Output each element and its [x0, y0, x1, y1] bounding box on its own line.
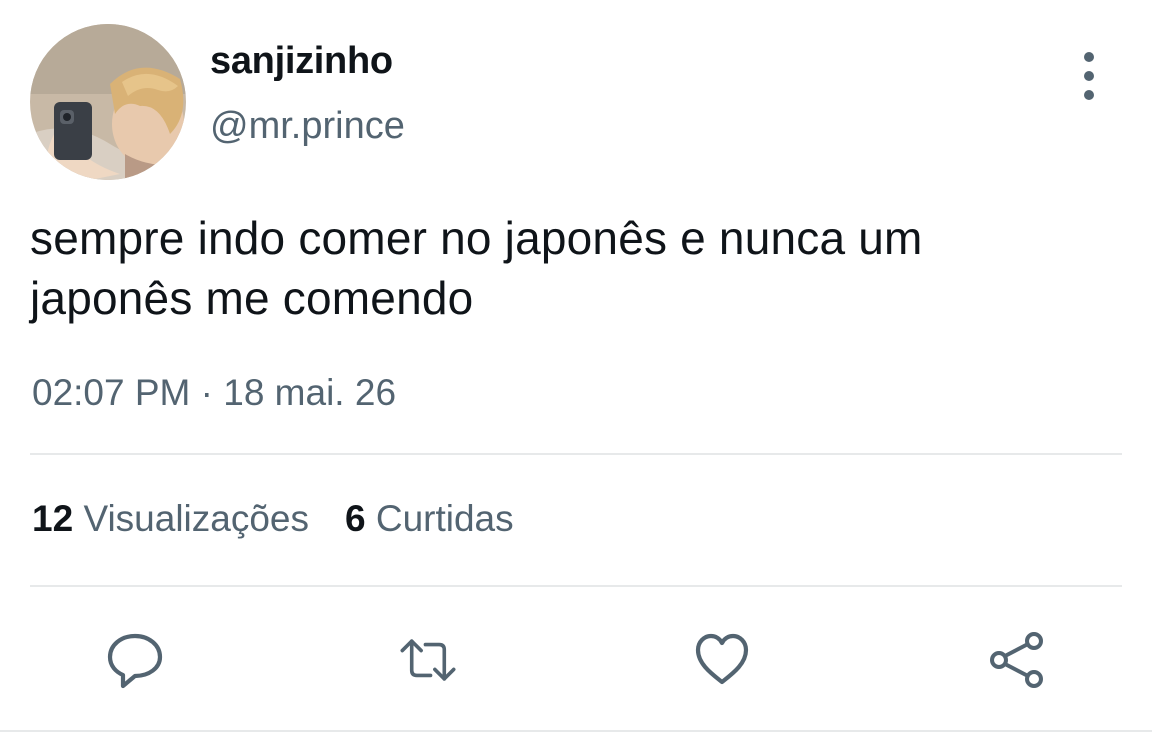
more-dot-icon	[1084, 71, 1094, 81]
author-handle[interactable]: @mr.prince	[210, 105, 405, 148]
like-button[interactable]	[692, 630, 752, 690]
more-dot-icon	[1084, 90, 1094, 100]
tweet-text-line: sempre indo comer no japonês e nunca um	[30, 212, 923, 264]
tweet-stats: 12 Visualizações 6 Curtidas	[32, 498, 514, 540]
likes-count: 6	[345, 498, 366, 539]
tweet-timestamp[interactable]: 02:07 PM · 18 mai. 26	[32, 372, 396, 414]
reply-icon	[107, 633, 163, 689]
avatar[interactable]	[30, 24, 186, 180]
author-display-name[interactable]: sanjizinho	[210, 40, 393, 83]
reply-button[interactable]	[105, 630, 165, 690]
divider	[0, 730, 1152, 732]
tweet-text-line: japonês me comendo	[30, 272, 474, 324]
retweet-icon	[400, 639, 456, 681]
retweet-button[interactable]	[398, 630, 458, 690]
likes-stat[interactable]: 6 Curtidas	[345, 498, 514, 540]
divider	[30, 453, 1122, 455]
tweet-text: sempre indo comer no japonês e nunca um …	[30, 208, 1120, 328]
like-icon	[695, 633, 749, 685]
more-options-button[interactable]	[1068, 52, 1110, 100]
more-dot-icon	[1084, 52, 1094, 62]
divider	[30, 585, 1122, 587]
likes-label: Curtidas	[375, 498, 514, 539]
views-label: Visualizações	[83, 498, 309, 539]
profile-photo-icon	[30, 24, 186, 180]
views-stat[interactable]: 12 Visualizações	[32, 498, 309, 540]
views-count: 12	[32, 498, 74, 539]
share-button[interactable]	[987, 630, 1047, 690]
tweet-detail: sanjizinho @mr.prince sempre indo comer …	[0, 0, 1152, 750]
share-icon	[990, 632, 1043, 688]
